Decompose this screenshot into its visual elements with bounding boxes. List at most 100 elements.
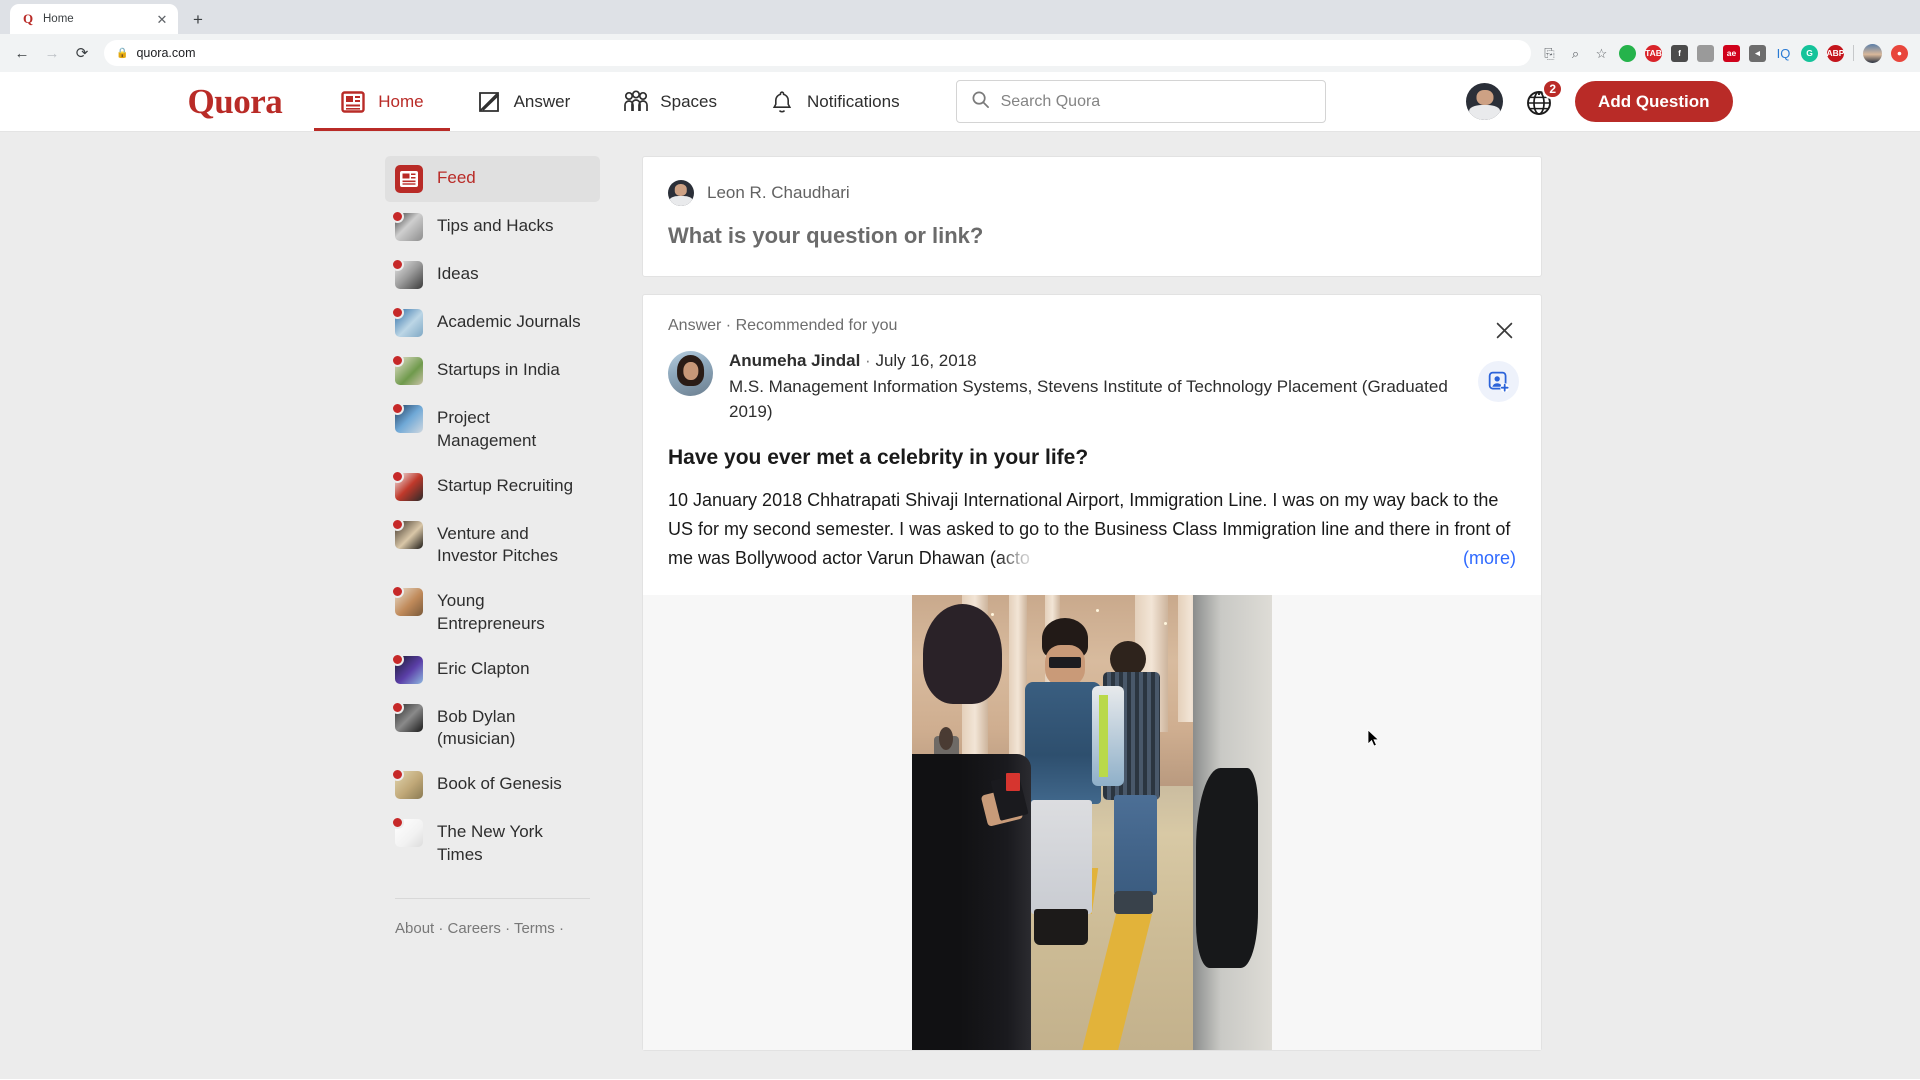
sidebar-item-label: The New York Times [437,822,543,864]
tab-close-icon[interactable]: ✕ [154,11,170,27]
close-icon[interactable] [1491,317,1517,343]
ask-user-row: Leon R. Chaudhari [668,180,1516,206]
sidebar-item-label: Ideas [437,264,479,283]
sidebar-item-book-of-genesis[interactable]: Book of Genesis [385,762,600,808]
space-thumb-icon [391,585,423,617]
avatar [668,180,694,206]
nav-item-home[interactable]: Home [314,72,450,131]
forward-button: → [44,44,60,62]
sidebar-item-startup-recruiting[interactable]: Startup Recruiting [385,464,600,510]
sidebar-item-venture-and-investor-pitches[interactable]: Venture and Investor Pitches [385,512,600,578]
bookmark-star-icon[interactable]: ☆ [1593,45,1610,62]
answer-meta-separator: · [865,351,871,370]
sidebar-item-label: Feed [437,168,476,187]
address-bar[interactable]: 🔒 quora.com [104,40,1531,66]
sidebar-footer: About · Careers · Terms · [385,917,600,941]
sidebar-item-project-management[interactable]: Project Management [385,396,600,462]
unread-dot [391,517,404,531]
sidebar-item-tips-and-hacks[interactable]: Tips and Hacks [385,204,600,250]
answer-body-fade-tail: (acto [989,547,1030,568]
sidebar-item-the-new-york-times[interactable]: The New York Times [385,810,600,876]
quora-header: Quora Home Answer Spaces Notifications S… [0,72,1920,132]
add-question-button[interactable]: Add Question [1575,81,1733,122]
browser-tab[interactable]: Q Home ✕ [10,4,178,34]
extension-green-icon[interactable] [1619,44,1636,62]
iq-icon[interactable]: IQ [1775,45,1792,62]
quora-favicon-icon: Q [22,11,34,26]
unread-dot [391,258,404,271]
toolbar-separator [1853,45,1854,61]
translate-icon[interactable]: ⎘ [1541,45,1558,62]
sidebar-item-academic-journals[interactable]: Academic Journals [385,300,600,346]
space-thumb-icon [391,469,423,501]
answer-author-row: Anumeha Jindal · July 16, 2018 M.S. Mana… [668,351,1516,424]
nav-item-spaces[interactable]: Spaces [596,72,743,131]
footer-link-terms[interactable]: Terms [514,920,555,937]
unread-dot [391,402,404,415]
sidebar-item-startups-in-india[interactable]: Startups in India [385,348,600,394]
more-link[interactable]: (more) [1459,543,1516,574]
space-thumb-icon [391,306,423,337]
bell-icon [769,89,795,115]
footer-link-about[interactable]: About [395,920,434,937]
space-thumb-icon [391,517,423,549]
ask-input-placeholder[interactable]: What is your question or link? [668,223,1516,249]
notification-badge: 2 [1542,78,1564,99]
zoom-search-icon[interactable]: ⌕ [1567,45,1584,62]
unread-dot [391,354,404,367]
search-input[interactable]: Search Quora [955,80,1326,123]
sidebar-item-feed[interactable]: Feed [385,156,600,202]
sidebar-item-label: Venture and Investor Pitches [437,523,558,566]
header-right-controls: 2 Add Question [1452,72,1733,131]
pocket-icon[interactable]: ◄ [1749,44,1766,62]
footer-link-careers[interactable]: Careers [448,920,501,937]
nav-label-spaces: Spaces [660,91,717,111]
unread-dot [391,585,404,599]
tab-strip: Q Home ✕ + [0,0,1920,34]
pencil-answer-icon [476,89,502,115]
airport-immigration-line-photo [912,595,1272,1051]
new-tab-button[interactable]: + [184,5,212,33]
search-icon [971,90,990,114]
add-person-icon[interactable] [1478,361,1519,402]
facebook-icon[interactable]: f [1671,44,1688,62]
answer-date: July 16, 2018 [875,351,977,370]
nav-label-home: Home [378,91,424,111]
avatar[interactable] [1466,83,1504,120]
sidebar-item-eric-clapton[interactable]: Eric Clapton [385,647,600,693]
nav-item-notifications[interactable]: Notifications [743,72,926,131]
avatar[interactable] [668,351,713,396]
space-thumb-icon [391,258,423,289]
adblock-plus-icon[interactable]: ABP [1827,44,1844,62]
space-thumb-icon [391,210,423,241]
answer-question-title[interactable]: Have you ever met a celebrity in your li… [668,444,1516,471]
space-thumb-icon [391,354,423,385]
answer-image[interactable] [643,595,1541,1051]
footer-sep-trailing: · [554,919,564,937]
browser-chrome: Q Home ✕ + ← → ⟳ 🔒 quora.com ⎘ ⌕ ☆ TAB f ae ◄ I… [0,0,1920,72]
profile-avatar-icon[interactable] [1863,43,1882,63]
extension-tab-icon[interactable]: TAB [1645,44,1662,62]
back-button[interactable]: ← [8,39,36,67]
extension-gray-icon[interactable] [1697,44,1714,62]
language-globe-button[interactable]: 2 [1523,78,1564,118]
ask-user-name: Leon R. Chaudhari [707,183,850,202]
answer-body-content: 10 January 2018 Chhatrapati Shivaji Inte… [668,489,1511,568]
sidebar-item-bob-dylan-musician[interactable]: Bob Dylan (musician) [385,695,600,761]
sidebar-item-ideas[interactable]: Ideas [385,252,600,298]
reload-button[interactable]: ⟳ [68,39,96,67]
ask-question-card[interactable]: Leon R. Chaudhari What is your question … [642,156,1542,277]
nav-item-answer[interactable]: Answer [450,72,597,131]
sidebar-item-label: Eric Clapton [437,658,530,678]
grammarly-icon[interactable]: G [1801,44,1818,62]
footer-sep: · [500,919,514,937]
answer-card: Answer · Recommended for you Anumeha Jin… [642,294,1542,1052]
sidebar-item-label: Young Entrepreneurs [437,591,545,633]
nav-label-answer: Answer [513,91,571,111]
adblock-ae-icon[interactable]: ae [1723,44,1740,62]
answer-author-name[interactable]: Anumeha Jindal [729,351,860,370]
quora-logo[interactable]: Quora [188,72,315,131]
extension-red-icon[interactable]: ● [1891,44,1908,62]
sidebar-item-young-entrepreneurs[interactable]: Young Entrepreneurs [385,579,600,645]
answer-author-credential: M.S. Management Information Systems, Ste… [729,377,1448,422]
